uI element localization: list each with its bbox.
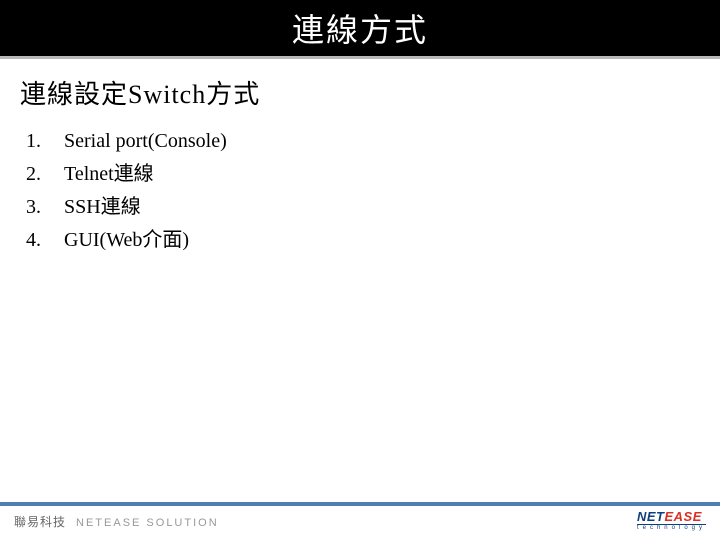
slide: 連線方式 連線設定Switch方式 1. Serial port(Console…	[0, 0, 720, 540]
list-text: GUI(Web介面)	[64, 224, 189, 257]
list-text: Serial port(Console)	[64, 125, 227, 158]
list-text: Telnet連線	[64, 158, 154, 191]
list-number: 4.	[26, 224, 64, 257]
content-area: 連線設定Switch方式 1. Serial port(Console) 2. …	[0, 56, 720, 257]
footer: 聯易科技 NETEASE SOLUTION NETEASE technology	[0, 508, 720, 540]
methods-list: 1. Serial port(Console) 2. Telnet連線 3. S…	[20, 125, 700, 257]
logo-part-ease: EASE	[664, 509, 701, 524]
list-item: 4. GUI(Web介面)	[26, 224, 700, 257]
list-number: 1.	[26, 125, 64, 158]
list-item: 2. Telnet連線	[26, 158, 700, 191]
footer-company-latin: NETEASE SOLUTION	[76, 517, 219, 529]
footer-left: 聯易科技 NETEASE SOLUTION	[14, 513, 219, 530]
title-bar: 連線方式	[0, 0, 720, 56]
list-item: 1. Serial port(Console)	[26, 125, 700, 158]
list-number: 2.	[26, 158, 64, 191]
list-text: SSH連線	[64, 191, 141, 224]
subtitle: 連線設定Switch方式	[20, 74, 700, 111]
slide-title: 連線方式	[292, 5, 428, 51]
footer-accent-bar	[0, 502, 720, 506]
logo-wordmark: NETEASE	[637, 511, 702, 523]
list-item: 3. SSH連線	[26, 191, 700, 224]
logo-subtext: technology	[637, 524, 706, 531]
list-number: 3.	[26, 191, 64, 224]
logo-part-net: NET	[637, 509, 665, 524]
footer-logo: NETEASE technology	[637, 511, 706, 531]
footer-company-cjk: 聯易科技	[14, 513, 66, 530]
